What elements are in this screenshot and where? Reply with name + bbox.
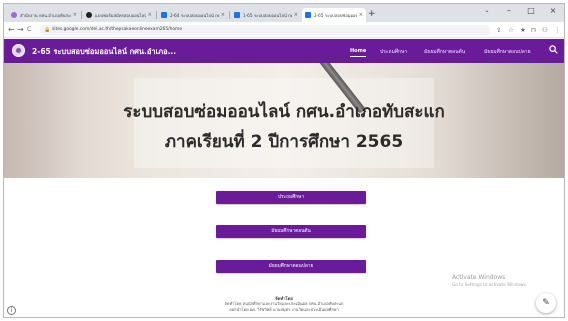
browser-tab-active[interactable]: 2-65 ระบบสอบซ่อมออนไลน์ กศน. × [302, 8, 366, 22]
edit-pencil-icon[interactable]: ✎ [536, 293, 556, 313]
tab-title: แบบฟอร์มสมัครสอบออนไลน์ - [95, 12, 146, 18]
site-logo-icon[interactable] [12, 44, 25, 57]
tab-strip: สำนักงาน กศน.อำเภอทับสะแก - × แบบฟอร์มสม… [4, 4, 564, 22]
side-panel-icon[interactable]: ⊓ [531, 25, 536, 35]
tab-close-icon[interactable]: × [221, 12, 225, 18]
lower-secondary-button[interactable]: มัธยมศึกษาตอนต้น [216, 225, 366, 238]
back-arrow-icon[interactable]: ← [8, 24, 15, 35]
tab-title: 1-65 ระบบสอบออนไลน์ กศน. [243, 12, 292, 18]
new-tab-button[interactable]: + [368, 8, 376, 20]
hero-subtitle: ภาคเรียนที่ 2 ปีการศึกษา 2565 [164, 132, 404, 152]
activate-windows-subtitle: Go to Settings to activate Windows. [452, 282, 528, 287]
hero-title: ระบบสอบซ่อมออนไลน์ กศน.อำเภอทับสะแก [123, 102, 445, 122]
browser-window: สำนักงาน กศน.อำเภอทับสะแก - × แบบฟอร์มสม… [3, 3, 565, 318]
hero-banner: ระบบสอบซ่อมออนไลน์ กศน.อำเภอทับสะแก ภาคเ… [4, 63, 564, 178]
tab-close-icon[interactable]: × [148, 12, 152, 18]
profile-avatar-icon[interactable]: ⚇ [542, 25, 548, 35]
share-icon[interactable]: ⇪ [496, 25, 501, 35]
primary-button[interactable]: ประถมศึกษา [216, 191, 366, 204]
forward-arrow-icon[interactable]: → [17, 24, 24, 35]
tab-close-icon[interactable]: × [73, 12, 77, 18]
minimize-button[interactable]: – [498, 6, 520, 16]
tab-divider [229, 11, 230, 19]
nav-lower-secondary[interactable]: มัธยมศึกษาตอนต้น [424, 48, 465, 56]
bookmark-star-icon[interactable]: ☆ [508, 25, 514, 35]
tab-search-icon[interactable]: ⌄ [476, 6, 498, 16]
nav-primary[interactable]: ประถมศึกษา [380, 48, 407, 56]
reload-icon[interactable]: C [27, 24, 32, 35]
tab-close-icon[interactable]: × [294, 12, 298, 18]
tab-divider [81, 11, 82, 19]
tab-title: สำนักงาน กศน.อำเภอทับสะแก - [20, 12, 71, 18]
browser-tab[interactable]: 1-65 ระบบสอบออนไลน์ กศน. × [231, 8, 301, 22]
browser-tab[interactable]: 2-64 ระบบสอบออนไลน์ กศน. × [158, 8, 228, 22]
maximize-button[interactable]: □ [520, 6, 542, 16]
tab-divider [156, 11, 157, 19]
google-sites-icon [305, 12, 311, 18]
url-text: sites.google.com/dei.ac.th/thepsakaeonli… [52, 27, 183, 32]
address-bar[interactable]: 🔒 sites.google.com/dei.ac.th/thepsakaeon… [40, 25, 490, 35]
tab-title: 2-65 ระบบสอบซ่อมออนไลน์ กศน. [314, 12, 357, 18]
google-sites-icon [161, 12, 167, 18]
info-icon[interactable]: i [7, 306, 16, 315]
menu-kebab-icon[interactable]: ⋮ [554, 25, 561, 35]
github-icon [86, 12, 92, 18]
site-title[interactable]: 2-65 ระบบสอบซ่อมออนไลน์ กศน.อำเภอ... [32, 46, 176, 58]
google-sites-icon [234, 12, 240, 18]
browser-tab[interactable]: แบบฟอร์มสมัครสอบออนไลน์ - × [83, 8, 155, 22]
browser-toolbar: ← → C 🔒 sites.google.com/dei.ac.th/theps… [4, 22, 564, 38]
site-header: 2-65 ระบบสอบซ่อมออนไลน์ กศน.อำเภอ... Hom… [4, 39, 564, 63]
footer-text: ออกนำโดย ผศ. วิรัชวิทย์ นามสมุทร งานวัดแ… [229, 307, 339, 312]
browser-tab[interactable]: สำนักงาน กศน.อำเภอทับสะแก - × [8, 8, 80, 22]
upper-secondary-button[interactable]: มัธยมศึกษาตอนปลาย [216, 260, 366, 273]
nav-upper-secondary[interactable]: มัธยมศึกษาตอนปลาย [484, 48, 531, 56]
tab-close-icon[interactable]: × [359, 12, 363, 18]
lock-icon: 🔒 [44, 27, 51, 33]
search-icon[interactable] [549, 45, 558, 57]
nav-home[interactable]: Home [350, 48, 367, 57]
main-content: ประถมศึกษา มัธยมศึกษาตอนต้น มัธยมศึกษาตอ… [4, 178, 564, 317]
site-favicon-icon [11, 12, 17, 18]
extensions-icon[interactable]: ★ [520, 25, 526, 35]
activate-windows-title: Activate Windows [452, 274, 506, 281]
tab-title: 2-64 ระบบสอบออนไลน์ กศน. [170, 12, 219, 18]
close-window-button[interactable]: × [542, 6, 564, 16]
